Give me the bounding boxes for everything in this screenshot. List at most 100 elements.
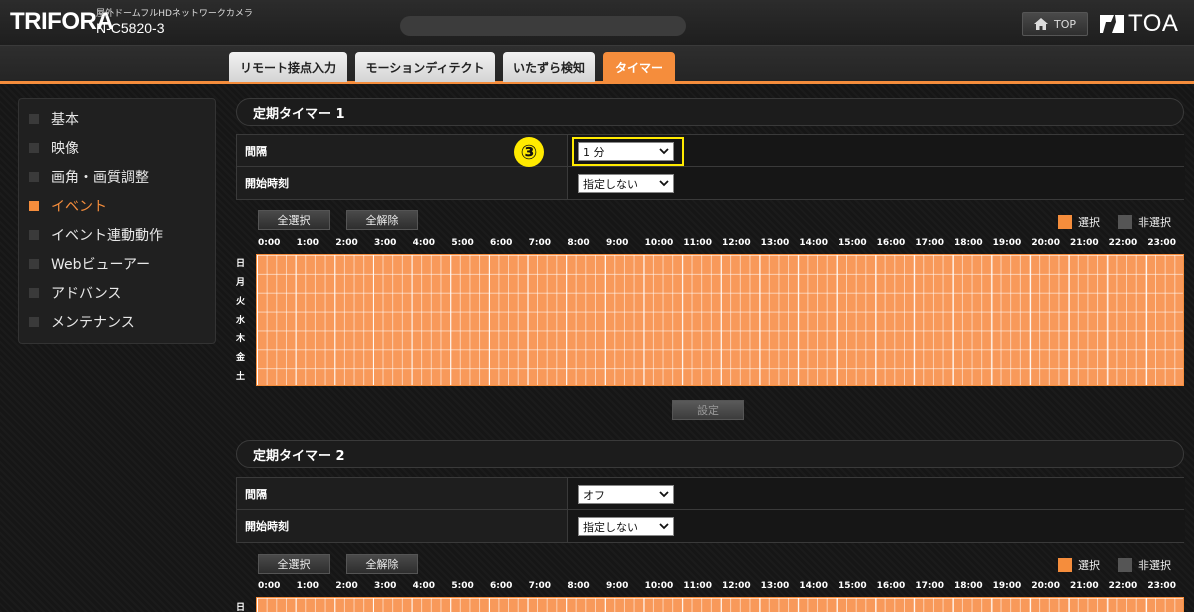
unselected-swatch — [1118, 558, 1132, 572]
timer2-start-row: 開始時刻 指定しない — [237, 510, 1185, 542]
hour-label: 5:00 — [451, 238, 474, 248]
sidebar-item-web-viewer[interactable]: Webビューアー — [29, 254, 209, 274]
timer2-deselect-all-button[interactable]: 全解除 — [346, 554, 418, 574]
hour-label: 23:00 — [1147, 238, 1176, 248]
hour-label: 20:00 — [1031, 581, 1060, 591]
tab-remote-contact-input[interactable]: リモート接点入力 — [229, 52, 347, 82]
timer2-select-all-button[interactable]: 全選択 — [258, 554, 330, 574]
hour-label: 11:00 — [683, 238, 712, 248]
timer1-day-axis: 日月火水木金土 — [236, 255, 252, 387]
timer1-start-select[interactable]: 指定しない — [578, 174, 674, 193]
top-button-label: TOP — [1053, 17, 1076, 31]
hour-label: 9:00 — [605, 581, 629, 591]
hour-label: 6:00 — [489, 238, 513, 248]
grid-hour-lines — [257, 255, 1183, 385]
top-button[interactable]: TOP — [1022, 12, 1088, 36]
hour-label: 14:00 — [799, 238, 828, 248]
selected-swatch — [1058, 215, 1072, 229]
sidebar-item-label: イベント連動動作 — [51, 228, 163, 244]
bullet-icon — [29, 317, 39, 327]
chevron-down-icon — [659, 523, 669, 530]
step-marker: ③ — [514, 137, 544, 167]
hour-label: 3:00 — [373, 238, 397, 248]
hour-label: 10:00 — [644, 238, 674, 248]
timer2-form: 間隔 オフ 開始時刻 指定しない — [236, 477, 1185, 543]
day-label: 火 — [236, 296, 246, 307]
hour-label: 4:00 — [412, 238, 436, 248]
hour-label: 8:00 — [567, 581, 590, 591]
hour-label: 2:00 — [335, 581, 358, 591]
hour-label: 23:00 — [1147, 581, 1176, 591]
timer2-interval-label: 間隔 — [245, 487, 267, 501]
sidebar-item-maintenance[interactable]: メンテナンス — [29, 312, 209, 332]
bullet-icon — [29, 114, 39, 124]
hour-label: 19:00 — [992, 581, 1022, 591]
day-label: 日 — [236, 259, 246, 269]
hour-label: 14:00 — [799, 581, 828, 591]
sidebar-item-label: 映像 — [51, 141, 79, 157]
hour-label: 3:00 — [373, 581, 397, 591]
hour-label: 16:00 — [876, 581, 906, 591]
timer1-start-label: 開始時刻 — [245, 177, 289, 190]
hour-label: 9:00 — [605, 238, 629, 248]
sidebar-item-advanced[interactable]: アドバンス — [29, 283, 209, 303]
hour-label: 7:00 — [528, 238, 552, 248]
step-highlight-box — [572, 137, 684, 166]
toa-brand: TOA — [1100, 10, 1178, 38]
timer1-start-value: 指定しない — [583, 177, 638, 191]
hour-label: 20:00 — [1031, 238, 1060, 248]
sidebar-item-event-action[interactable]: イベント連動動作 — [29, 225, 209, 245]
tab-tamper-detect[interactable]: いたずら検知 — [503, 52, 595, 82]
timer1-title: 定期タイマー 1 — [236, 98, 1184, 126]
sidebar-item-label: メンテナンス — [51, 315, 135, 331]
timer1-deselect-all-button[interactable]: 全解除 — [346, 210, 418, 230]
sidebar-item-video[interactable]: 映像 — [29, 138, 209, 158]
sidebar-item-basic[interactable]: 基本 — [29, 109, 209, 129]
legend-selected-label: 選択 — [1078, 559, 1100, 572]
hour-label: 10:00 — [644, 581, 674, 591]
hour-label: 17:00 — [915, 581, 944, 591]
tab-motion-detect[interactable]: モーションディテクト — [355, 52, 495, 82]
sidebar-item-label: Webビューアー — [51, 257, 151, 273]
timer2-schedule-grid[interactable] — [256, 597, 1184, 612]
product-subtitle: 屋外ドームフルHDネットワークカメラ — [96, 9, 253, 19]
unselected-swatch — [1118, 215, 1132, 229]
hour-label: 19:00 — [992, 238, 1022, 248]
timer1-select-all-button[interactable]: 全選択 — [258, 210, 330, 230]
sidebar: 基本 映像 画角・画質調整 イベント イベント連動動作 Webビューアー アドバ… — [18, 98, 216, 344]
hour-label: 0:00 — [258, 238, 281, 248]
selected-swatch — [1058, 558, 1072, 572]
hour-label: 6:00 — [489, 581, 513, 591]
apply-button[interactable]: 設定 — [672, 400, 744, 420]
sidebar-item-label: アドバンス — [51, 286, 122, 302]
timer2-interval-value: オフ — [583, 488, 605, 502]
timer2-day-axis: 日 — [236, 599, 252, 612]
timer2-interval-select[interactable]: オフ — [578, 485, 674, 504]
hour-label: 13:00 — [760, 581, 790, 591]
timer1-interval-row: 間隔 1 分 — [237, 135, 1185, 167]
sidebar-item-view-quality[interactable]: 画角・画質調整 — [29, 167, 209, 187]
sidebar-item-event[interactable]: イベント — [29, 196, 209, 216]
day-label: 月 — [236, 277, 246, 288]
bullet-icon — [29, 259, 39, 269]
timer1-schedule-grid[interactable] — [256, 254, 1184, 386]
legend-selected-label: 選択 — [1078, 216, 1100, 229]
timer2-start-cell: 指定しない — [567, 510, 1185, 542]
tab-timer[interactable]: タイマー — [603, 52, 675, 82]
grid-hour-lines — [257, 598, 1183, 612]
timer2-start-select[interactable]: 指定しない — [578, 517, 674, 536]
hour-label: 21:00 — [1069, 238, 1099, 248]
hour-label: 16:00 — [876, 238, 906, 248]
chevron-down-icon — [659, 491, 669, 498]
hour-label: 21:00 — [1069, 581, 1099, 591]
hour-label: 18:00 — [953, 581, 983, 591]
timer2-interval-cell: オフ — [567, 478, 1185, 509]
timer1-hour-axis: 0:00 1:00 2:00 3:00 4:00 5:00 6:00 7:00 8:00 9:00… — [256, 238, 1184, 252]
hour-label: 12:00 — [721, 238, 751, 248]
home-icon — [1033, 18, 1048, 30]
hour-label: 1:00 — [296, 238, 320, 248]
timer2-start-value: 指定しない — [583, 520, 638, 534]
hour-label: 11:00 — [683, 581, 712, 591]
timer2-hour-axis: 0:00 1:00 2:00 3:00 4:00 5:00 6:00 7:00 8:00 9:00… — [256, 581, 1184, 595]
timer1-start-cell: 指定しない — [567, 167, 1185, 199]
